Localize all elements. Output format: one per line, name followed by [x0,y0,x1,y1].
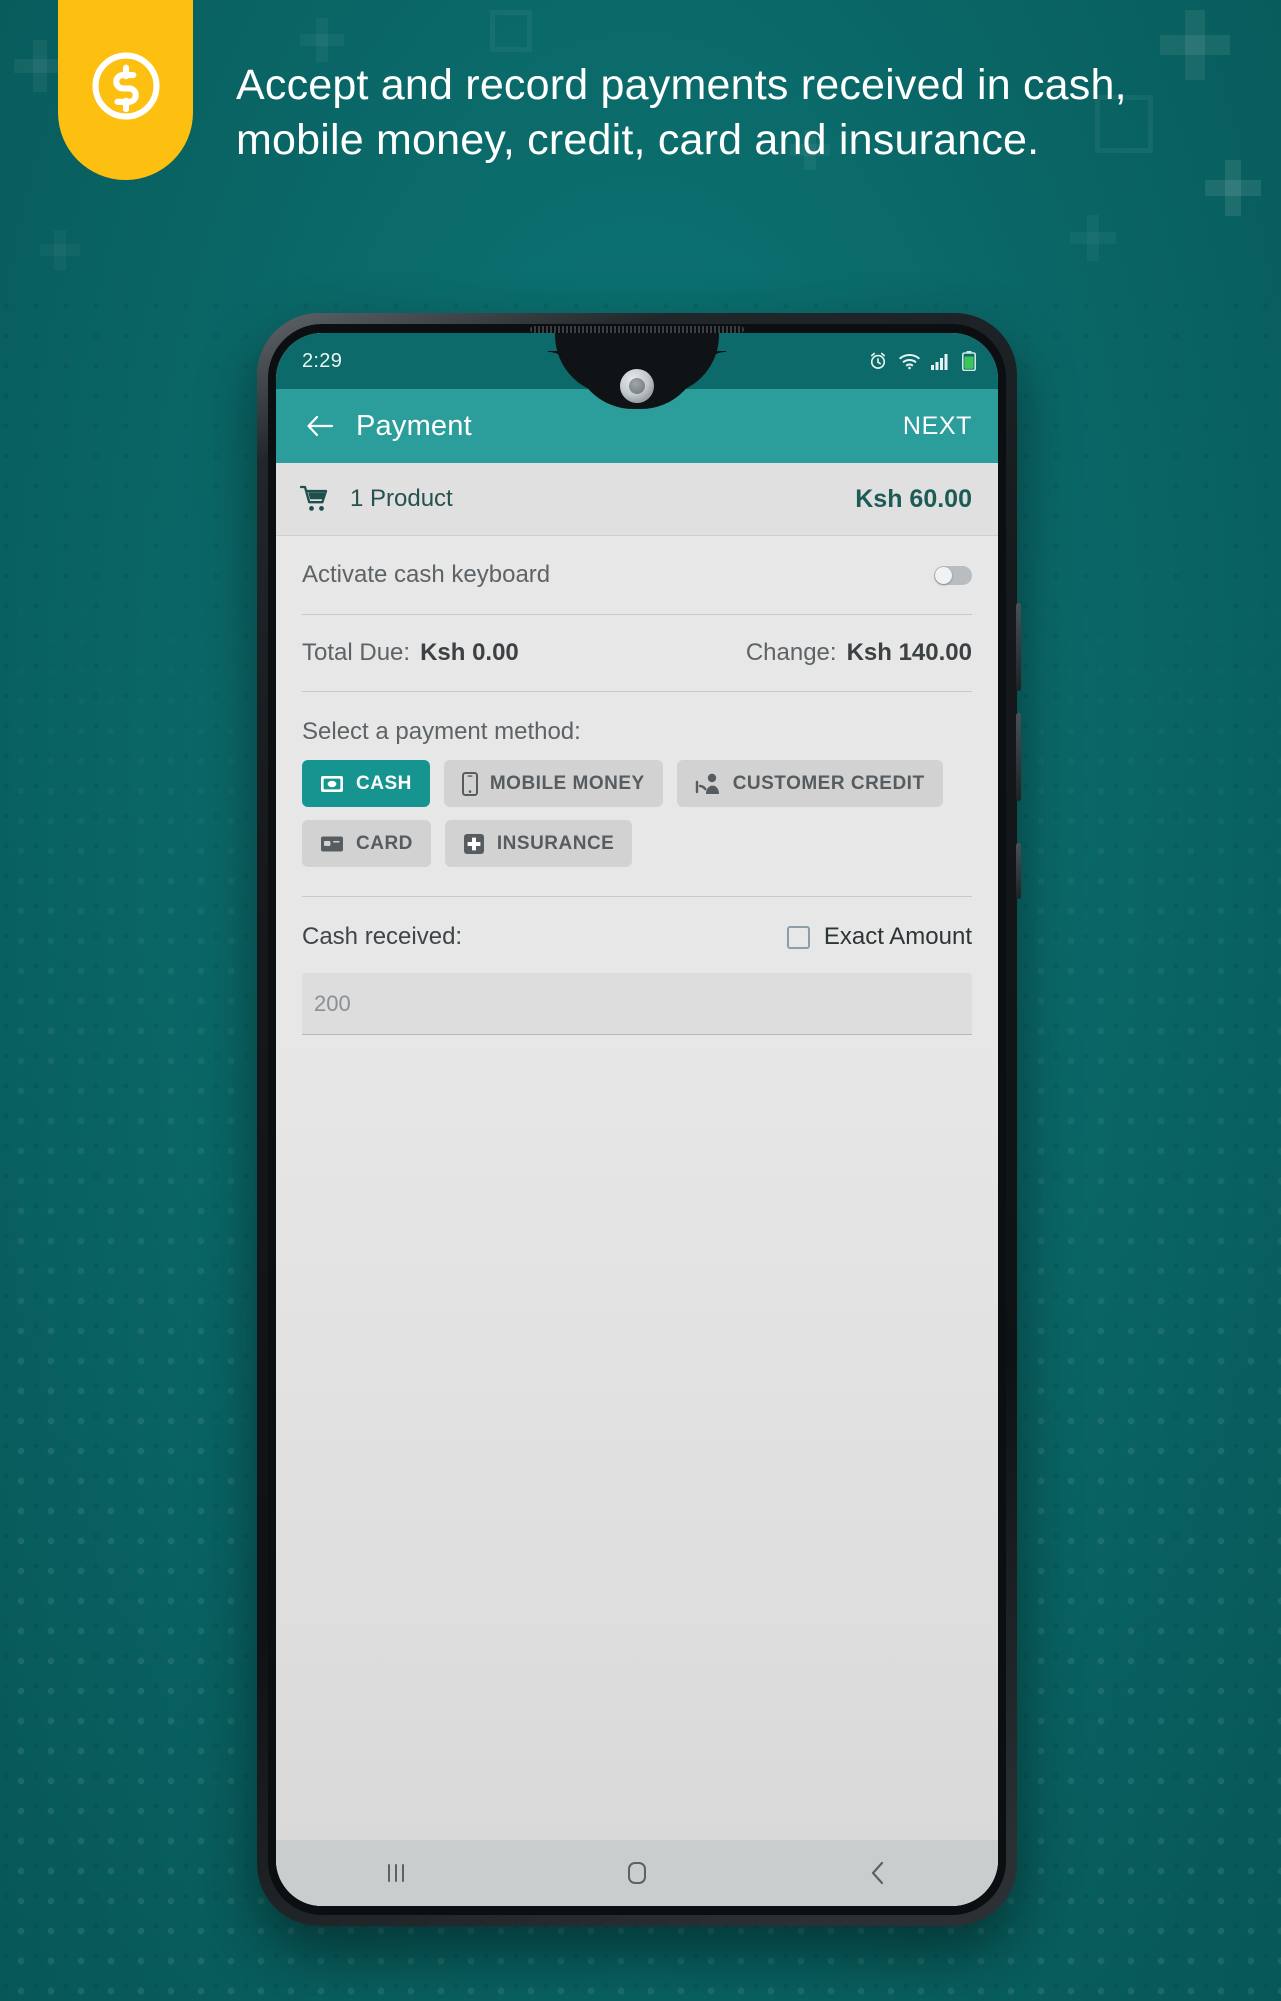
back-nav-button[interactable] [818,1860,938,1886]
phone-mockup: 2:29 Payment NEXT 1 Product Ksh 60.00 Ac… [257,313,1021,1926]
payment-method-card[interactable]: CARD [302,820,431,867]
wifi-icon [899,353,920,369]
status-time: 2:29 [302,349,343,372]
activate-cash-keyboard-label: Activate cash keyboard [302,561,551,588]
promo-page: Accept and record payments received in c… [0,0,1281,2001]
money-note-icon [320,775,344,793]
next-button[interactable]: NEXT [903,412,972,441]
phone-bezel: 2:29 Payment NEXT 1 Product Ksh 60.00 Ac… [268,324,1006,1915]
change-label: Change: [745,639,837,666]
payment-method-row-1: CASH MOBILE MONEY CUSTOMER CREDIT [302,760,972,807]
recents-icon [388,1864,405,1882]
status-bar: 2:29 [276,333,998,409]
exact-amount-toggle[interactable]: Exact Amount [786,923,972,951]
shopping-cart-icon [300,485,334,513]
cash-received-label: Cash received: [302,923,463,950]
nav-back-icon [871,1861,883,1885]
payment-method-customer-credit-label: CUSTOMER CREDIT [732,772,925,794]
product-summary-row[interactable]: 1 Product Ksh 60.00 [276,463,998,536]
payment-method-customer-credit[interactable]: CUSTOMER CREDIT [676,760,943,807]
payment-method-insurance-label: INSURANCE [496,832,615,854]
cash-received-input[interactable]: 200 [302,973,972,1035]
medical-cross-icon [463,833,485,855]
change-value: Ksh 140.00 [846,639,972,666]
cash-received-row: Cash received: Exact Amount [302,897,972,951]
payment-content: 1 Product Ksh 60.00 Activate cash keyboa… [276,463,998,1906]
signal-icon [931,353,948,370]
dollar-coin-icon [91,52,160,120]
plus-motif-icon [490,10,532,52]
page-headline: Accept and record payments received in c… [236,61,1127,165]
back-button[interactable] [300,413,340,439]
home-icon [627,1862,646,1884]
product-count-label: 1 Product [350,485,453,512]
payment-method-mobile-money-label: MOBILE MONEY [489,772,645,794]
alarm-icon [870,352,886,369]
earpiece-speaker [530,326,744,333]
payment-method-card-label: CARD [356,832,413,854]
activate-cash-keyboard-row[interactable]: Activate cash keyboard [302,536,972,614]
volume-down-button[interactable] [1016,713,1021,801]
recents-button[interactable] [336,1862,456,1884]
payment-method-row-2: CARD INSURANCE [302,820,972,867]
payment-methods-section: Select a payment method: CASH MOBILE MON… [302,692,972,897]
front-camera [620,369,654,403]
credit-card-icon [320,835,344,853]
exact-amount-label: Exact Amount [823,923,972,950]
payment-method-mobile-money[interactable]: MOBILE MONEY [443,760,663,807]
exact-amount-checkbox[interactable] [786,925,810,949]
product-total-amount: Ksh 60.00 [855,484,972,513]
content-empty-area [276,1035,998,1840]
plus-motif-icon [300,18,344,62]
plus-motif-icon [40,230,80,270]
payment-method-insurance[interactable]: INSURANCE [444,820,633,867]
payment-method-cash[interactable]: CASH [302,760,430,807]
volume-up-button[interactable] [1016,603,1021,691]
arrow-left-icon [307,415,334,437]
payment-body: Activate cash keyboard Total Due: Ksh 0.… [276,536,998,1035]
android-nav-bar [276,1840,998,1906]
phone-screen: 2:29 Payment NEXT 1 Product Ksh 60.00 Ac… [276,333,998,1906]
cash-keyboard-toggle[interactable] [934,565,972,585]
home-button[interactable] [577,1860,697,1886]
cash-received-input-value: 200 [314,990,351,1016]
payment-method-cash-label: CASH [356,772,412,794]
page-title: Payment [356,409,472,442]
plus-motif-icon [1205,160,1261,216]
change-group: Change: Ksh 140.00 [746,639,972,667]
battery-icon [962,351,976,371]
total-due-label: Total Due: [302,639,411,666]
power-button[interactable] [1016,843,1021,899]
hand-person-icon [695,773,721,795]
plus-motif-icon [1070,215,1116,261]
status-icon-group [868,351,976,371]
totals-row: Total Due: Ksh 0.00 Change: Ksh 140.00 [302,615,972,691]
payment-method-section-label: Select a payment method: [302,718,581,745]
total-due-value: Ksh 0.00 [420,639,519,666]
phone-icon [461,771,478,796]
badge-tab [58,0,193,180]
